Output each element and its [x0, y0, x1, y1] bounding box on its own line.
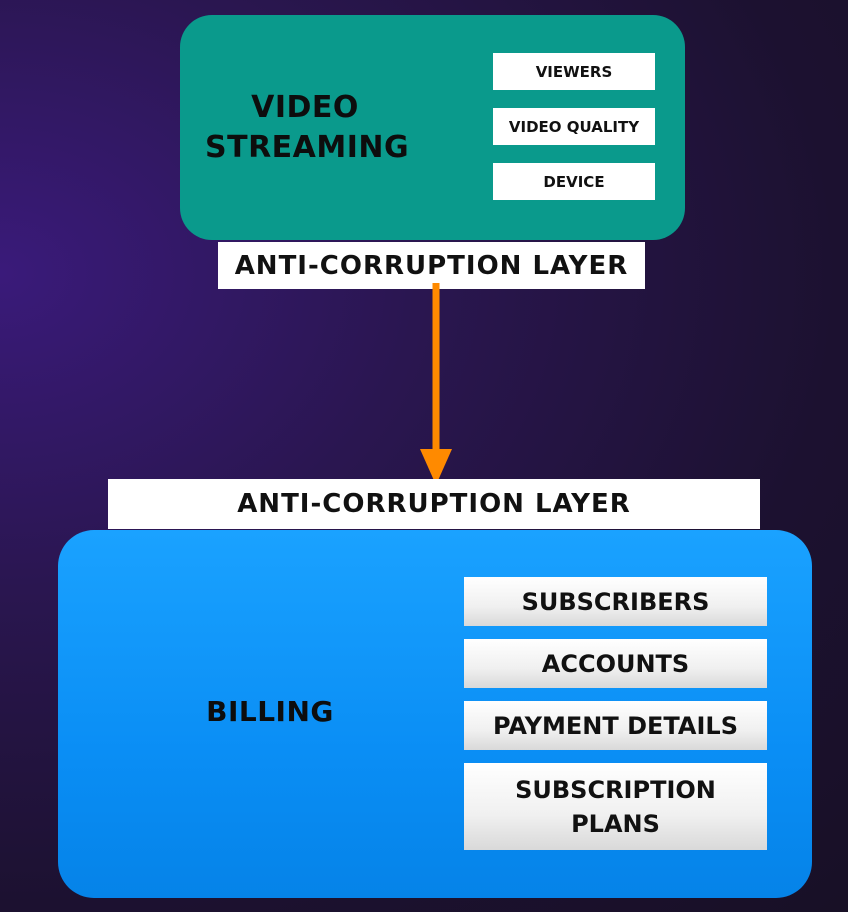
- billing-item-payment-details: PAYMENT DETAILS: [464, 701, 767, 750]
- video-streaming-title-line2: STREAMING: [205, 130, 410, 165]
- anti-corruption-layer-bottom: ANTI-CORRUPTION LAYER: [108, 479, 760, 529]
- billing-title: BILLING: [206, 695, 334, 728]
- video-streaming-title: VIDEO STREAMING: [205, 88, 410, 168]
- arrow-down-icon: [420, 283, 452, 485]
- billing-item-subscription-plans: SUBSCRIPTION PLANS: [464, 763, 767, 850]
- streaming-item-device: DEVICE: [493, 163, 655, 200]
- video-streaming-title-line1: VIDEO: [251, 90, 359, 125]
- subscription-plans-line2: PLANS: [571, 809, 660, 838]
- billing-item-accounts: ACCOUNTS: [464, 639, 767, 688]
- billing-item-subscribers: SUBSCRIBERS: [464, 577, 767, 626]
- streaming-item-viewers: VIEWERS: [493, 53, 655, 90]
- subscription-plans-line1: SUBSCRIPTION: [515, 775, 716, 804]
- anti-corruption-layer-top: ANTI-CORRUPTION LAYER: [218, 242, 645, 289]
- streaming-item-video-quality: VIDEO QUALITY: [493, 108, 655, 145]
